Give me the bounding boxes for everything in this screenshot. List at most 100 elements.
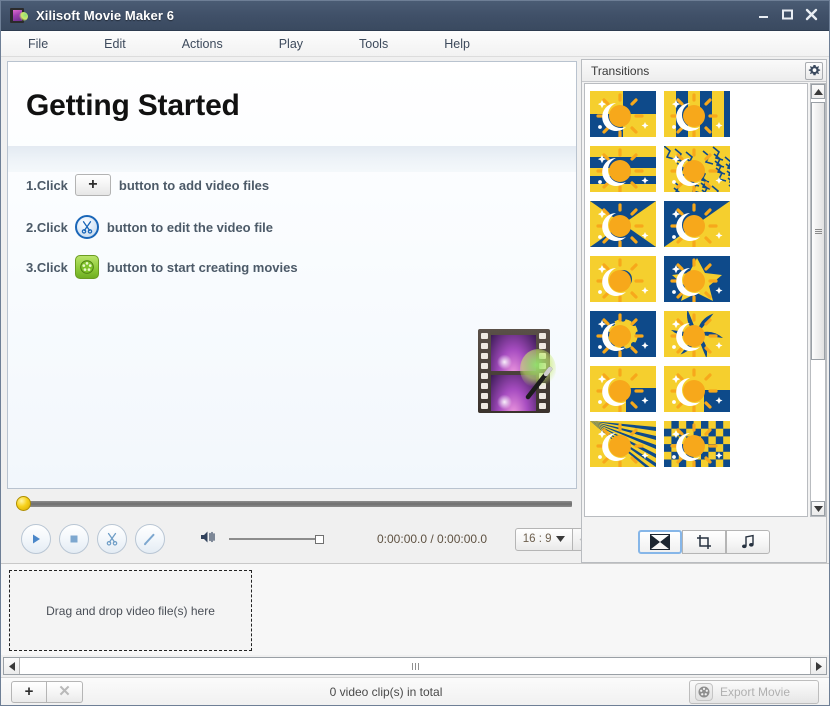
transition-thumbnail[interactable] <box>661 361 733 416</box>
export-movie-button[interactable]: Export Movie <box>689 679 819 704</box>
scrollbar-grip <box>814 228 822 234</box>
transition-thumbnail[interactable] <box>661 86 733 141</box>
tab-crop[interactable] <box>682 530 726 554</box>
scroll-left-icon[interactable] <box>4 658 20 674</box>
menu-bar: File Edit Actions Play Tools Help <box>1 31 829 57</box>
speaker-icon[interactable] <box>199 529 217 550</box>
chevron-down-icon <box>556 533 566 545</box>
minimize-button[interactable] <box>753 4 773 24</box>
transitions-header: Transitions <box>582 60 826 82</box>
transition-pinwheel-spiral[interactable] <box>664 310 730 357</box>
film-strip-magic-wand-icon <box>476 327 556 415</box>
transition-thumbnail[interactable] <box>587 196 659 251</box>
transition-split-wipe[interactable] <box>664 365 730 412</box>
volume-slider[interactable] <box>229 532 324 546</box>
step-3-suffix: button to start creating movies <box>106 259 298 275</box>
time-display: 0:00:00.0 / 0:00:00.0 <box>377 532 488 546</box>
step-1-prefix: 1.Click <box>26 177 68 193</box>
play-button[interactable] <box>21 524 51 554</box>
transition-horizontal-bands[interactable] <box>590 145 656 192</box>
storyboard-scrollbar[interactable] <box>3 657 827 675</box>
transition-thumbnail[interactable] <box>587 86 659 141</box>
scroll-right-icon[interactable] <box>810 658 826 674</box>
step-2-prefix: 2.Click <box>26 219 68 235</box>
transitions-grid <box>585 84 733 471</box>
scroll-up-icon[interactable] <box>811 84 825 99</box>
clip-count-label: 0 video clip(s) in total <box>329 684 443 699</box>
step-3-prefix: 3.Click <box>26 259 68 275</box>
transition-ray-burst[interactable] <box>590 420 656 467</box>
transition-vertical-bars[interactable] <box>664 90 730 137</box>
preview-panel: Getting Started 1.Click + button to add … <box>7 61 577 489</box>
transition-corner-wipe[interactable] <box>590 365 656 412</box>
film-reel-icon[interactable] <box>74 255 99 279</box>
transition-radial-dots[interactable] <box>590 310 656 357</box>
scrollbar-thumb[interactable] <box>811 102 825 360</box>
transition-circle-reveal[interactable] <box>590 255 656 302</box>
transition-checkerboard-quads[interactable] <box>590 90 656 137</box>
menu-item-edit[interactable]: Edit <box>94 34 136 54</box>
transitions-list[interactable] <box>584 83 808 517</box>
transition-thumbnail[interactable] <box>587 416 659 471</box>
window-title: Xilisoft Movie Maker 6 <box>36 8 175 23</box>
seek-bar[interactable] <box>7 493 577 513</box>
add-clip-button[interactable]: + <box>11 680 47 703</box>
scroll-down-icon[interactable] <box>811 501 825 516</box>
transition-thumbnail[interactable] <box>661 196 733 251</box>
transport-controls: 0:00:00.0 / 0:00:00.0 16 : 9 <box>7 517 604 561</box>
drop-hint-text: Drag and drop video file(s) here <box>46 603 215 618</box>
transition-checkerboard[interactable] <box>664 420 730 467</box>
volume-track[interactable] <box>229 538 324 540</box>
page-title: Getting Started <box>26 89 240 122</box>
transition-thumbnail[interactable] <box>587 361 659 416</box>
transition-diagonal-cross[interactable] <box>590 200 656 247</box>
tab-transitions[interactable] <box>638 530 682 554</box>
export-movie-label: Export Movie <box>720 684 791 699</box>
gear-icon[interactable] <box>805 61 823 80</box>
edit-button[interactable] <box>135 524 165 554</box>
transition-crackle[interactable] <box>664 145 730 192</box>
close-button[interactable] <box>801 4 821 24</box>
delete-clip-button[interactable]: ✕ <box>47 680 83 703</box>
transition-thumbnail[interactable] <box>587 141 659 196</box>
menu-item-help[interactable]: Help <box>434 34 480 54</box>
transitions-panel: Transitions <box>581 59 827 563</box>
drop-zone[interactable]: Drag and drop video file(s) here <box>9 570 252 651</box>
transition-thumbnail[interactable] <box>587 306 659 361</box>
seek-thumb[interactable] <box>16 496 31 511</box>
maximize-button[interactable] <box>777 4 797 24</box>
transition-thumbnail[interactable] <box>661 251 733 306</box>
stop-button[interactable] <box>59 524 89 554</box>
scrollbar-thumb-horizontal[interactable] <box>20 658 810 674</box>
transition-thumbnail[interactable] <box>587 251 659 306</box>
plus-icon[interactable]: + <box>74 174 111 196</box>
aspect-ratio-value: 16 : 9 <box>522 533 552 545</box>
tab-music[interactable] <box>726 530 770 554</box>
step-2-suffix: button to edit the video file <box>106 219 274 235</box>
scissors-icon[interactable] <box>74 215 99 239</box>
step-1-suffix: button to add video files <box>118 177 270 193</box>
menu-item-play[interactable]: Play <box>269 34 313 54</box>
transition-thumbnail[interactable] <box>661 416 733 471</box>
application-window: Xilisoft Movie Maker 6 File Edit Actions… <box>0 0 830 706</box>
cut-button[interactable] <box>97 524 127 554</box>
film-reel-icon <box>695 682 713 701</box>
transitions-tab-bar <box>582 522 826 562</box>
transitions-scrollbar[interactable] <box>810 83 826 517</box>
seek-track[interactable] <box>23 501 572 507</box>
transition-thumbnail[interactable] <box>661 141 733 196</box>
transition-thumbnail[interactable] <box>661 306 733 361</box>
menu-item-file[interactable]: File <box>18 34 58 54</box>
getting-started-step-1: 1.Click + button to add video files <box>26 174 269 196</box>
getting-started-step-2: 2.Click button to edit the video file <box>26 215 273 239</box>
transitions-title: Transitions <box>591 63 650 78</box>
menu-item-tools[interactable]: Tools <box>349 34 398 54</box>
volume-thumb[interactable] <box>315 535 324 544</box>
transition-star-reveal[interactable] <box>664 255 730 302</box>
menu-item-actions[interactable]: Actions <box>172 34 233 54</box>
title-bar: Xilisoft Movie Maker 6 <box>1 1 829 31</box>
section-divider <box>8 146 576 172</box>
aspect-ratio-dropdown[interactable]: 16 : 9 <box>515 527 574 551</box>
storyboard-area[interactable]: Drag and drop video file(s) here <box>1 563 829 655</box>
transition-diagonal-wipe[interactable] <box>664 200 730 247</box>
